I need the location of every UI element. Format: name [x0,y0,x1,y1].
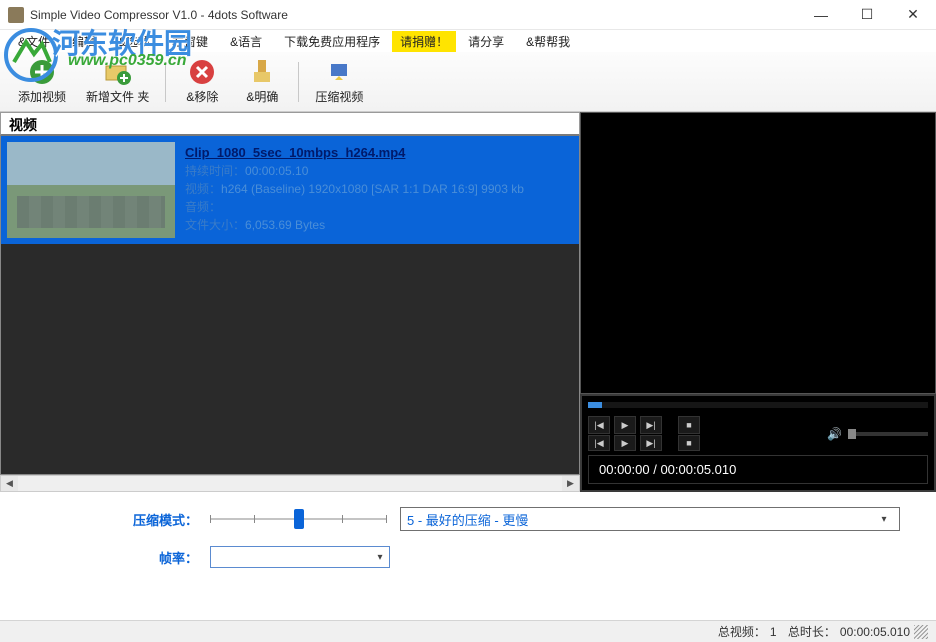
remove-icon [188,58,216,86]
status-duration-label: 总时长： [788,623,836,640]
video-info: Clip_1080_5sec_10mbps_h264.mp4 持续时间：00:0… [175,142,573,238]
status-video-count-label: 总视频： [718,623,766,640]
next-button[interactable]: ▶| [640,416,662,434]
filesize-value: 6,053.69 Bytes [245,218,325,232]
video-filename: Clip_1080_5sec_10mbps_h264.mp4 [185,144,563,162]
video-list[interactable]: Clip_1080_5sec_10mbps_h264.mp4 持续时间：00:0… [0,136,580,475]
menu-language[interactable]: &语言 [220,31,272,52]
compress-label: 压缩视频 [315,88,363,105]
scroll-left-button[interactable]: ◀ [1,476,18,491]
compress-icon [325,58,353,86]
pause-button[interactable]: ▶ [614,435,636,451]
time-total: 00:00:05.010 [660,462,736,477]
stop-button[interactable]: ■ [678,416,700,434]
audio-label: 音频： [185,200,221,214]
status-video-count: 1 [770,625,777,639]
watermark-logo-icon [4,28,58,82]
resize-grip[interactable] [914,625,928,639]
clear-label: &明确 [246,88,278,105]
video-spec-value: h264 (Baseline) 1920x1080 [SAR 1:1 DAR 1… [221,182,524,196]
window-title: Simple Video Compressor V1.0 - 4dots Sof… [30,8,798,22]
watermark-url: www.pc0359.cn [68,52,187,70]
compress-button[interactable]: 压缩视频 [305,54,373,110]
compression-mode-label: 压缩模式： [20,510,210,529]
filesize-label: 文件大小： [185,218,245,232]
chevron-down-icon: ▾ [875,514,893,525]
prev-button[interactable]: |◀ [588,416,610,434]
play-button[interactable]: ▶ [614,416,636,434]
horizontal-scrollbar[interactable]: ◀ ▶ [0,475,580,492]
duration-label: 持续时间： [185,164,245,178]
preview-pane: |◀ |◀ ▶ ▶ ▶| ▶| ■ ■ 🔊 [580,112,936,492]
toolbar-separator [298,62,299,102]
compression-mode-value: 5 - 最好的压缩 - 更慢 [407,510,528,529]
video-thumbnail [7,142,175,238]
minimize-button[interactable]: — [798,0,844,30]
volume-icon: 🔊 [827,427,842,441]
status-bar: 总视频： 1 总时长： 00:00:05.010 [0,620,936,642]
menu-donate[interactable]: 请捐赠！ [392,31,456,52]
duration-value: 00:00:05.10 [245,164,308,178]
clear-icon [248,58,276,86]
scroll-right-button[interactable]: ▶ [562,476,579,491]
player-controls: |◀ |◀ ▶ ▶ ▶| ▶| ■ ■ 🔊 [580,394,936,492]
video-spec-label: 视频： [185,182,221,196]
settings-area: 压缩模式： 5 - 最好的压缩 - 更慢 ▾ 帧率： ▾ [0,492,936,586]
remove-label: &移除 [186,88,218,105]
stop2-button[interactable]: ■ [678,435,700,451]
fps-label: 帧率： [20,548,210,567]
video-preview [580,112,936,394]
menu-help[interactable]: &帮帮我 [516,31,580,52]
time-display: 00:00:00 / 00:00:05.010 [588,455,928,484]
video-list-item[interactable]: Clip_1080_5sec_10mbps_h264.mp4 持续时间：00:0… [1,136,579,244]
app-icon [8,7,24,23]
video-list-pane: 视频 Clip_1080_5sec_10mbps_h264.mp4 持续时间：0… [0,112,580,492]
add-video-label: 添加视频 [18,88,66,105]
volume-slider[interactable] [848,432,928,436]
main-area: 视频 Clip_1080_5sec_10mbps_h264.mp4 持续时间：0… [0,112,936,492]
time-current: 00:00:00 [599,462,650,477]
progress-bar[interactable] [588,402,928,408]
clear-button[interactable]: &明确 [232,54,292,110]
video-list-header: 视频 [0,112,580,136]
step-fwd-button[interactable]: ▶| [640,435,662,451]
add-folder-label: 新增文件 夹 [86,88,149,105]
fps-select[interactable]: ▾ [210,546,390,568]
step-back-button[interactable]: |◀ [588,435,610,451]
maximize-button[interactable]: ☐ [844,0,890,30]
compression-slider[interactable] [210,506,386,532]
status-duration: 00:00:05.010 [840,625,910,639]
menu-download[interactable]: 下载免费应用程序 [274,31,390,52]
chevron-down-icon: ▾ [371,552,389,563]
compression-mode-select[interactable]: 5 - 最好的压缩 - 更慢 ▾ [400,507,900,531]
close-button[interactable]: ✕ [890,0,936,30]
menu-share[interactable]: 请分享 [458,31,514,52]
scroll-track[interactable] [18,476,562,491]
